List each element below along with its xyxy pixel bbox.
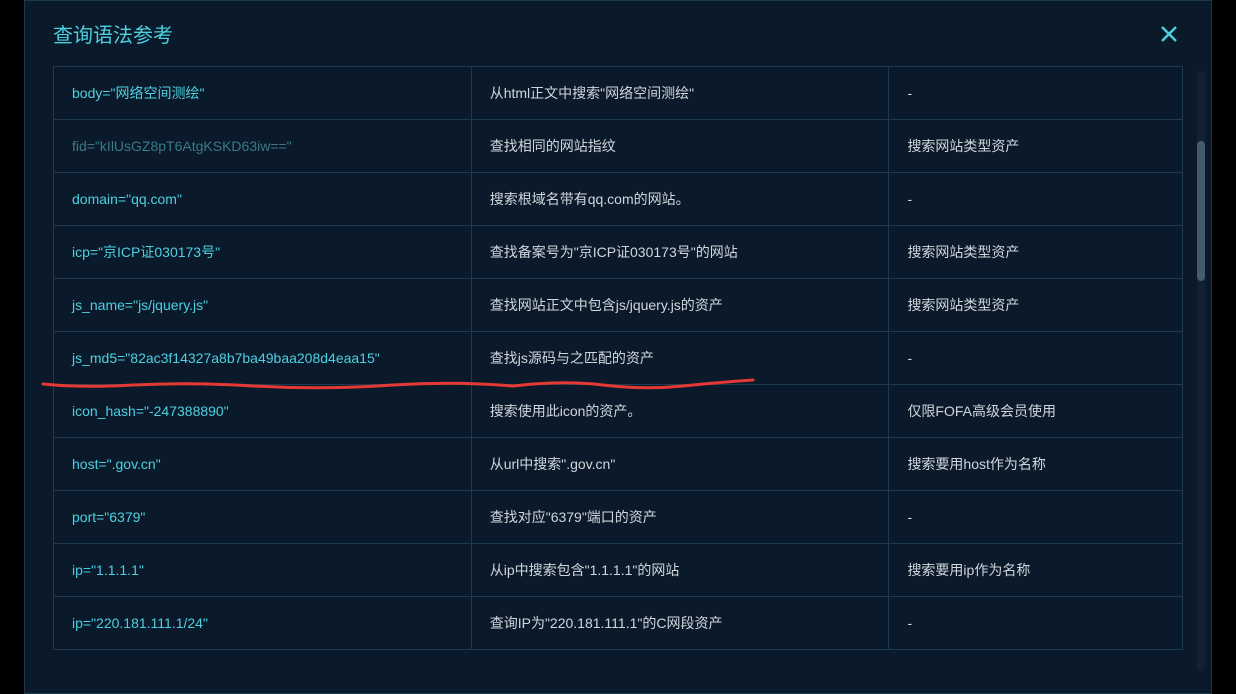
syntax-cell[interactable]: js_md5="82ac3f14327a8b7ba49baa208d4eaa15…: [54, 332, 472, 385]
syntax-cell[interactable]: js_name="js/jquery.js": [54, 279, 472, 332]
syntax-cell[interactable]: ip="1.1.1.1": [54, 544, 472, 597]
description-cell: 搜索使用此icon的资产。: [471, 385, 889, 438]
modal-title: 查询语法参考: [53, 19, 173, 48]
table-row: js_name="js/jquery.js"查找网站正文中包含js/jquery…: [54, 279, 1183, 332]
description-cell: 从html正文中搜索"网络空间测绘": [471, 67, 889, 120]
syntax-cell[interactable]: icon_hash="-247388890": [54, 385, 472, 438]
description-cell: 查找对应"6379"端口的资产: [471, 491, 889, 544]
description-cell: 查找网站正文中包含js/jquery.js的资产: [471, 279, 889, 332]
note-cell: -: [889, 67, 1183, 120]
note-cell: 搜索要用ip作为名称: [889, 544, 1183, 597]
close-button[interactable]: [1155, 20, 1183, 48]
description-cell: 查找备案号为"京ICP证030173号"的网站: [471, 226, 889, 279]
table-row: port="6379"查找对应"6379"端口的资产-: [54, 491, 1183, 544]
table-row: host=".gov.cn"从url中搜索".gov.cn"搜索要用host作为…: [54, 438, 1183, 491]
table-row: icp="京ICP证030173号"查找备案号为"京ICP证030173号"的网…: [54, 226, 1183, 279]
syntax-cell[interactable]: fid="kIlUsGZ8pT6AtgKSKD63iw==": [54, 120, 472, 173]
description-cell: 搜索根域名带有qq.com的网站。: [471, 173, 889, 226]
syntax-cell[interactable]: host=".gov.cn": [54, 438, 472, 491]
syntax-reference-modal: 查询语法参考 body="网络空间测绘"从html正文中搜索"网络空间测绘"-f…: [24, 0, 1212, 694]
description-cell: 从ip中搜索包含"1.1.1.1"的网站: [471, 544, 889, 597]
description-cell: 从url中搜索".gov.cn": [471, 438, 889, 491]
close-icon: [1159, 24, 1179, 44]
table-container: body="网络空间测绘"从html正文中搜索"网络空间测绘"-fid="kIl…: [25, 66, 1211, 650]
table-row: icon_hash="-247388890"搜索使用此icon的资产。仅限FOF…: [54, 385, 1183, 438]
modal-header: 查询语法参考: [25, 1, 1211, 66]
note-cell: 搜索要用host作为名称: [889, 438, 1183, 491]
note-cell: -: [889, 491, 1183, 544]
table-row: body="网络空间测绘"从html正文中搜索"网络空间测绘"-: [54, 67, 1183, 120]
scrollbar-thumb[interactable]: [1197, 141, 1205, 281]
syntax-cell[interactable]: ip="220.181.111.1/24": [54, 597, 472, 650]
note-cell: 仅限FOFA高级会员使用: [889, 385, 1183, 438]
syntax-cell[interactable]: body="网络空间测绘": [54, 67, 472, 120]
syntax-table: body="网络空间测绘"从html正文中搜索"网络空间测绘"-fid="kIl…: [53, 66, 1183, 650]
note-cell: 搜索网站类型资产: [889, 226, 1183, 279]
table-row: ip="220.181.111.1/24"查询IP为"220.181.111.1…: [54, 597, 1183, 650]
syntax-cell[interactable]: port="6379": [54, 491, 472, 544]
syntax-cell[interactable]: domain="qq.com": [54, 173, 472, 226]
syntax-cell[interactable]: icp="京ICP证030173号": [54, 226, 472, 279]
description-cell: 查找相同的网站指纹: [471, 120, 889, 173]
description-cell: 查询IP为"220.181.111.1"的C网段资产: [471, 597, 889, 650]
note-cell: 搜索网站类型资产: [889, 120, 1183, 173]
table-row: js_md5="82ac3f14327a8b7ba49baa208d4eaa15…: [54, 332, 1183, 385]
note-cell: -: [889, 173, 1183, 226]
table-row: ip="1.1.1.1"从ip中搜索包含"1.1.1.1"的网站搜索要用ip作为…: [54, 544, 1183, 597]
note-cell: 搜索网站类型资产: [889, 279, 1183, 332]
table-row: fid="kIlUsGZ8pT6AtgKSKD63iw=="查找相同的网站指纹搜…: [54, 120, 1183, 173]
description-cell: 查找js源码与之匹配的资产: [471, 332, 889, 385]
note-cell: -: [889, 332, 1183, 385]
table-row: domain="qq.com"搜索根域名带有qq.com的网站。-: [54, 173, 1183, 226]
note-cell: -: [889, 597, 1183, 650]
